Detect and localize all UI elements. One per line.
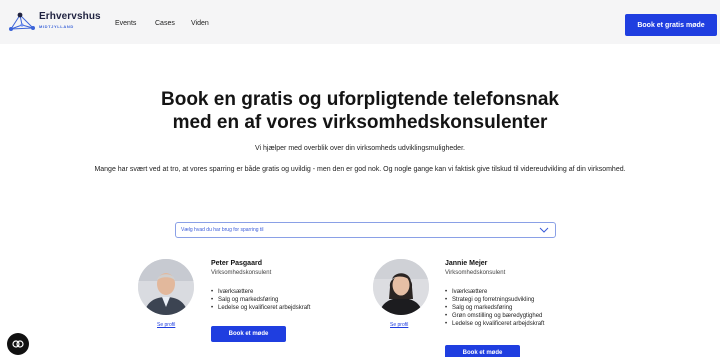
see-profile-link[interactable]: Se profil	[157, 322, 175, 328]
book-meeting-button[interactable]: Book et møde	[445, 345, 520, 357]
hero-subtitle: Vi hjælper med overblik over din virksom…	[255, 145, 465, 152]
nav-link-cases[interactable]: Cases	[155, 20, 175, 27]
logo-subtitle: MIDTJYLLAND	[39, 24, 74, 29]
page-title-line-1: Book en gratis og uforpligtende telefons…	[161, 89, 559, 110]
page-title: Book en gratis og uforpligtende telefons…	[0, 88, 720, 134]
skill-item: Ledelse og kvalificeret arbejdskraft	[211, 304, 310, 312]
skill-item: Grøn omstilling og bæredygtighed	[445, 312, 544, 320]
avatar-jannie-mejer	[373, 259, 429, 315]
skill-item: Salg og markedsføring	[445, 304, 544, 312]
network-nodes-icon	[9, 12, 35, 31]
consultant-role: Virksomhedskonsulent	[211, 270, 272, 276]
book-meeting-button[interactable]: Book et møde	[211, 326, 286, 342]
top-navigation-bar: Erhvervshus MIDTJYLLAND Events Cases Vid…	[0, 0, 720, 44]
skill-item: Ledelse og kvalificeret arbejdskraft	[445, 320, 544, 328]
chevron-down-icon	[539, 227, 549, 233]
logo-title: Erhvervshus	[39, 11, 101, 22]
erhvervshus-logo[interactable]: Erhvervshus MIDTJYLLAND	[8, 9, 108, 35]
select-value: Vælg hvad du har brug for sparring til	[181, 227, 264, 233]
nav-link-viden[interactable]: Viden	[191, 20, 209, 27]
consultant-photo-icon	[373, 259, 429, 315]
hero-description: Mange har svært ved at tro, at vores spa…	[94, 166, 626, 173]
page-title-line-2: med en af vores virksomhedskonsulenter	[172, 112, 548, 133]
skill-item: Strategi og forretningsudvikling	[445, 296, 544, 304]
sparring-topic-select[interactable]: Vælg hvad du har brug for sparring til	[175, 222, 556, 238]
consultant-name: Peter Pasgaard	[211, 260, 262, 267]
nav-link-events[interactable]: Events	[115, 20, 136, 27]
see-profile-link[interactable]: Se profil	[390, 322, 408, 328]
skill-item: Salg og markedsføring	[211, 296, 310, 304]
chat-bubble-icon	[12, 340, 24, 348]
consultant-photo-icon	[138, 259, 194, 315]
consultant-name: Jannie Mejer	[445, 260, 488, 267]
avatar-peter-pasgaard	[138, 259, 194, 315]
consultant-skills-list: Iværksættere Strategi og forretningsudvi…	[445, 288, 544, 328]
book-free-meeting-button[interactable]: Book et gratis møde	[625, 14, 717, 36]
skill-item: Iværksættere	[445, 288, 544, 296]
chat-button[interactable]	[7, 333, 29, 355]
consultant-skills-list: Iværksættere Salg og markedsføring Ledel…	[211, 288, 310, 312]
consultant-role: Virksomhedskonsulent	[445, 270, 506, 276]
skill-item: Iværksættere	[211, 288, 310, 296]
